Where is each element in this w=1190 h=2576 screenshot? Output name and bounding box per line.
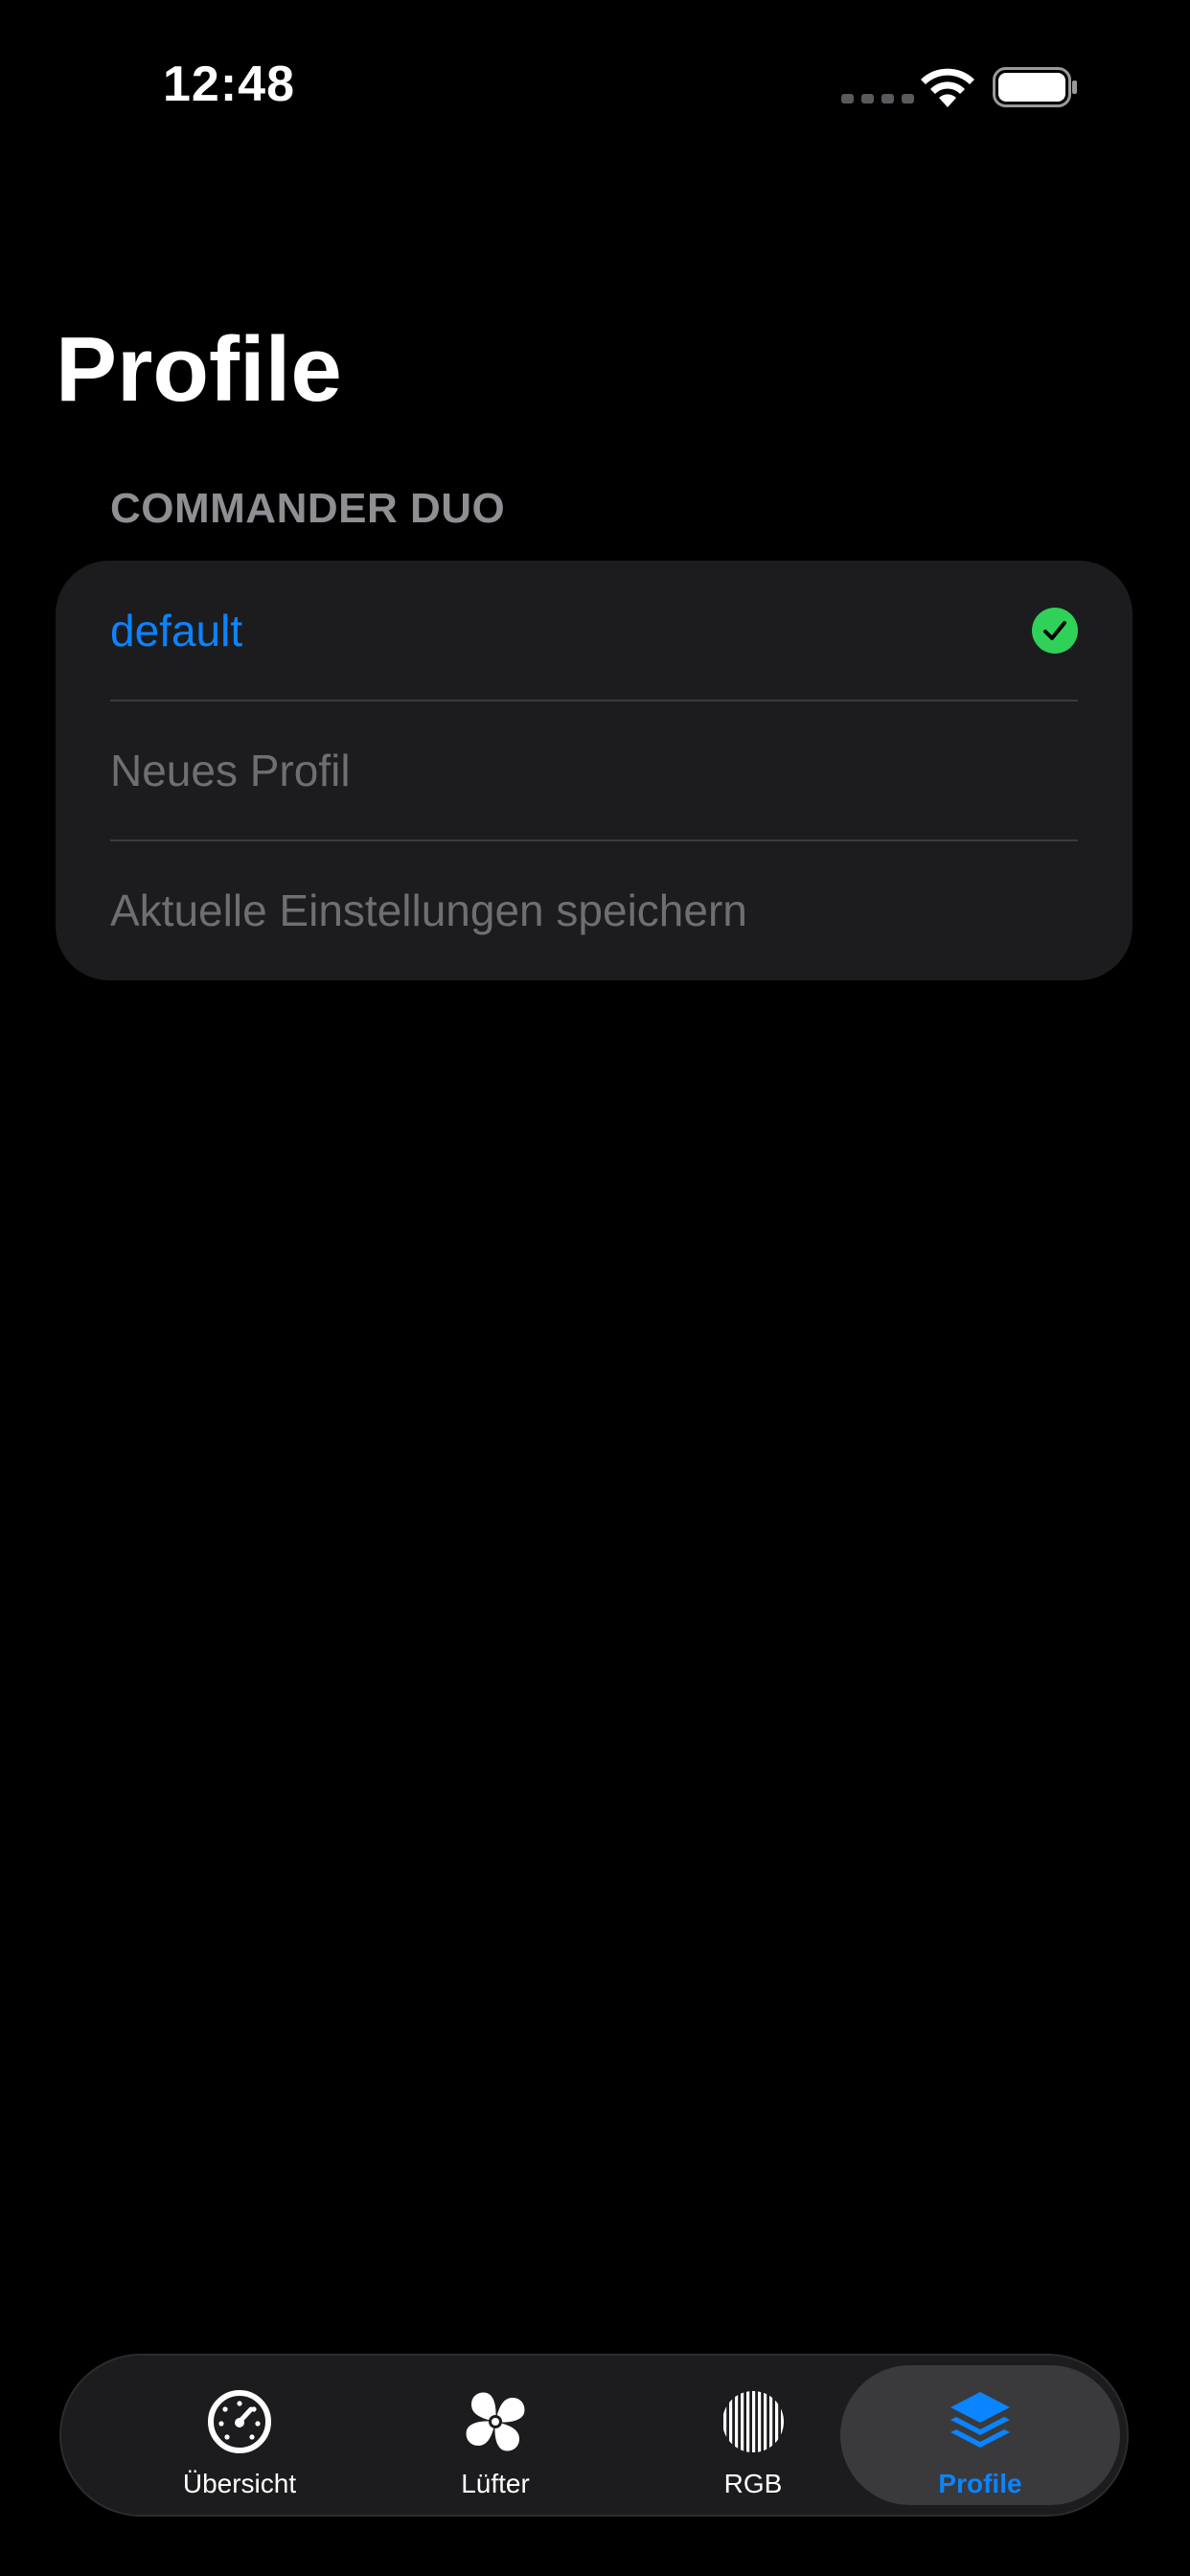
save-settings-label: Aktuelle Einstellungen speichern: [110, 886, 747, 935]
tab-profiles[interactable]: Profile: [840, 2365, 1120, 2505]
tab-fans-label: Lüfter: [461, 2469, 530, 2498]
tab-overview[interactable]: Übersicht: [100, 2365, 379, 2505]
save-settings-row[interactable]: Aktuelle Einstellungen speichern: [110, 840, 1078, 980]
checkmark-circle-icon: [1032, 608, 1078, 654]
status-bar: 12:48: [0, 0, 1190, 172]
tab-fans[interactable]: Lüfter: [355, 2365, 635, 2505]
tab-profiles-label: Profile: [938, 2469, 1022, 2498]
fan-icon: [466, 2392, 525, 2451]
new-profile-label: Neues Profil: [110, 746, 351, 795]
profile-list: default Neues Profil Aktuelle Einstellun…: [56, 561, 1133, 980]
cellular-signal-icon: [841, 94, 914, 104]
page-title: Profile: [56, 318, 342, 421]
tab-bar: Übersicht Lüfter RGB Profile: [59, 2354, 1129, 2517]
tab-overview-label: Übersicht: [182, 2469, 297, 2498]
layers-icon: [950, 2392, 1010, 2448]
section-header: COMMANDER DUO: [110, 485, 506, 532]
profile-row-label: default: [110, 606, 243, 656]
gauge-icon: [208, 2390, 271, 2453]
wifi-icon: [921, 68, 974, 107]
new-profile-row[interactable]: Neues Profil: [110, 701, 1078, 840]
battery-icon: [993, 67, 1077, 107]
rgb-stripes-icon: [723, 2391, 784, 2452]
status-time: 12:48: [163, 57, 295, 112]
profile-row-default[interactable]: default: [110, 561, 1078, 701]
